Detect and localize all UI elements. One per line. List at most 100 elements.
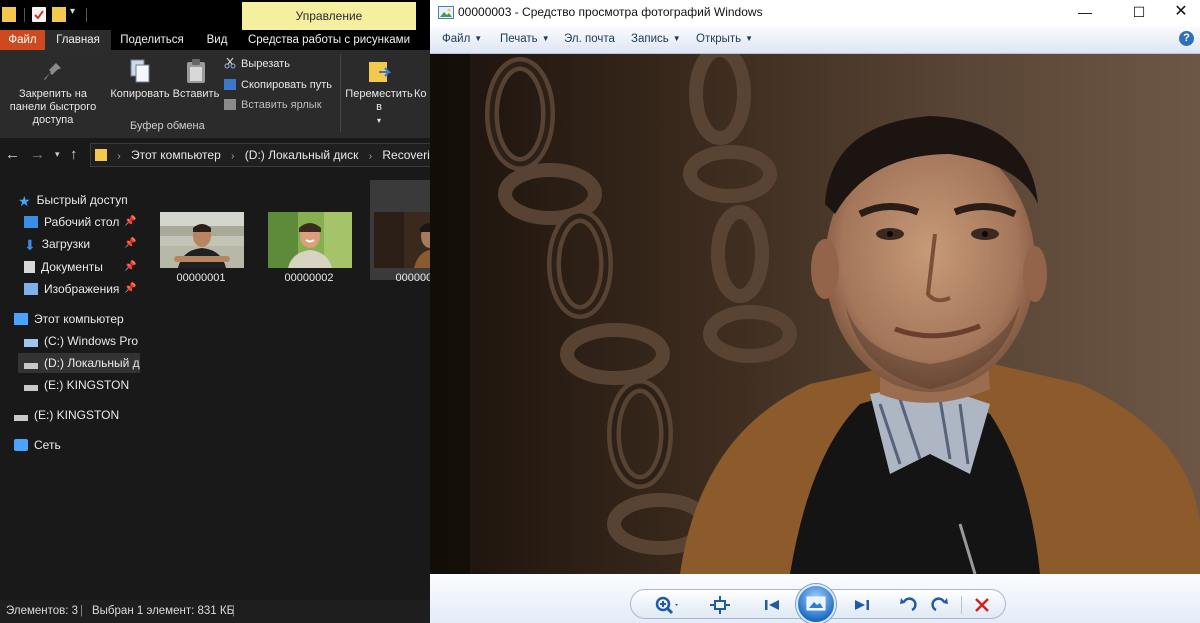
breadcrumb-drive-d[interactable]: (D:) Локальный диск [245,144,359,166]
menu-file[interactable]: Файл ▼ [442,33,482,45]
file-name: 00000002 [284,272,334,284]
slideshow-button[interactable] [796,584,836,623]
forward-arrow-icon[interactable]: → [30,146,45,163]
paste-shortcut-label: Вставить ярлык [241,99,322,111]
tab-share[interactable]: Поделиться [114,30,190,50]
previous-icon[interactable] [759,594,785,616]
copy-path-label: Скопировать путь [241,79,332,91]
tab-picture-tools[interactable]: Средства работы с рисунками [246,30,412,50]
menu-label: Файл [442,33,471,45]
recent-locations-icon[interactable]: ▾ [55,149,60,160]
paste-label: Вставить [172,88,220,100]
address-bar[interactable]: › Этот компьютер › (D:) Локальный диск ›… [90,143,430,167]
move-to-icon [367,58,392,84]
chevron-down-icon: ▼ [474,34,483,43]
properties-icon[interactable] [32,7,46,22]
menu-print[interactable]: Печать ▼ [500,33,550,45]
copy-label: Копировать [110,88,170,100]
nav-drive-e-root[interactable]: (E:) KINGSTON [14,405,119,425]
maximize-button[interactable]: ☐ [1116,0,1162,26]
photo-viewer-window: 00000003 - Средство просмотра фотографий… [430,0,1200,623]
nav-drive-c[interactable]: (C:) Windows Pro [24,331,138,351]
cut-button[interactable]: Вырезать [224,56,290,72]
rotate-clockwise-icon[interactable] [927,594,953,616]
tab-view[interactable]: Вид [196,30,238,50]
nav-pictures[interactable]: Изображения [24,279,119,299]
tab-file[interactable]: Файл [0,30,45,50]
menu-label: Открыть [696,33,742,45]
nav-drive-e[interactable]: (E:) KINGSTON [24,375,129,395]
help-icon[interactable]: ? [1179,31,1194,46]
paste-shortcut-icon [224,99,236,110]
toolbar-separator [86,8,87,22]
status-separator: | [80,605,83,617]
nav-label: (E:) KINGSTON [44,378,130,392]
nav-label: Сеть [34,438,61,452]
nav-drive-d[interactable]: (D:) Локальный диск [18,353,140,373]
selection-info: Выбран 1 элемент: 831 КБ [92,605,235,617]
nav-documents[interactable]: Документы [24,257,103,277]
control-separator [961,596,962,614]
pin-icon[interactable]: 📌 [124,238,136,249]
close-button[interactable]: ✕ [1158,0,1200,26]
file-tile[interactable]: 00000001 [156,180,246,284]
actual-size-icon[interactable] [707,594,733,616]
nav-quick-access[interactable]: ★ Быстрый доступ [18,190,128,210]
thumbnail-image [374,212,430,268]
chevron-right-icon: › [117,151,121,162]
move-to-button[interactable]: Переместить в ▾ [344,58,414,127]
pin-quick-access-button[interactable]: Закрепить на панели быстрого доступа [0,60,106,127]
ribbon-tabs: Файл Главная Поделиться Вид Средства раб… [0,30,430,50]
menu-burn[interactable]: Запись ▼ [631,33,681,45]
file-name: 00000003 [395,272,430,284]
copy-path-button[interactable]: Скопировать путь [224,77,332,93]
address-bar-row: ← → ▾ ↑ › Этот компьютер › (D:) Локальны… [0,140,430,170]
drive-icon [24,363,38,369]
star-icon: ★ [18,193,31,209]
nav-network[interactable]: Сеть [14,435,61,455]
zoom-icon[interactable] [653,594,679,616]
delete-icon[interactable] [969,594,995,616]
menu-label: Печать [500,33,538,45]
paste-shortcut-button[interactable]: Вставить ярлык [224,97,322,113]
folder-icon[interactable] [2,7,16,22]
network-icon [14,439,28,451]
menu-email[interactable]: Эл. почта [564,33,615,45]
nav-this-pc[interactable]: Этот компьютер [14,309,124,329]
tab-home[interactable]: Главная [45,30,111,50]
nav-desktop[interactable]: Рабочий стол [24,212,119,232]
nav-downloads[interactable]: ⬇ Загрузки [24,234,90,254]
quick-access-toolbar: ▾ Управление [0,0,430,30]
nav-label: (E:) KINGSTON [34,408,120,422]
rotate-counterclockwise-icon[interactable] [895,594,921,616]
nav-label: (D:) Локальный диск [44,356,140,370]
back-arrow-icon[interactable]: ← [5,146,20,163]
up-arrow-icon[interactable]: ↑ [70,146,78,163]
copy-to-button[interactable]: Ко [414,88,430,101]
pin-icon[interactable]: 📌 [124,261,136,272]
copy-button[interactable]: Копировать [109,58,171,101]
nav-label: Изображения [44,282,120,296]
file-tile[interactable]: 00000003 [370,180,430,284]
photo-viewer-app-icon [438,6,454,19]
nav-label: Быстрый доступ [36,193,128,207]
pin-icon [42,60,64,84]
pin-icon[interactable]: 📌 [124,283,136,294]
new-folder-icon[interactable] [52,7,66,22]
menu-label: Запись [631,33,669,45]
folder-icon [95,149,107,161]
breadcrumb-recoverit[interactable]: Recoverit 2022 [382,144,430,166]
file-tile[interactable]: 00000002 [264,180,354,284]
pin-icon[interactable]: 📌 [124,216,136,227]
breadcrumb-this-pc[interactable]: Этот компьютер [131,144,221,166]
download-arrow-icon: ⬇ [24,237,36,253]
customize-toolbar-icon[interactable]: ▾ [70,6,75,17]
photo-display [430,54,1200,574]
status-bar: Элементов: 3 | Выбран 1 элемент: 831 КБ … [0,600,430,623]
tab-manage[interactable]: Управление [242,2,416,30]
minimize-button[interactable]: — [1062,0,1108,26]
menu-open[interactable]: Открыть ▼ [696,33,753,45]
paste-button[interactable]: Вставить [172,58,220,101]
usb-drive-icon [24,385,38,391]
next-icon[interactable] [849,594,875,616]
